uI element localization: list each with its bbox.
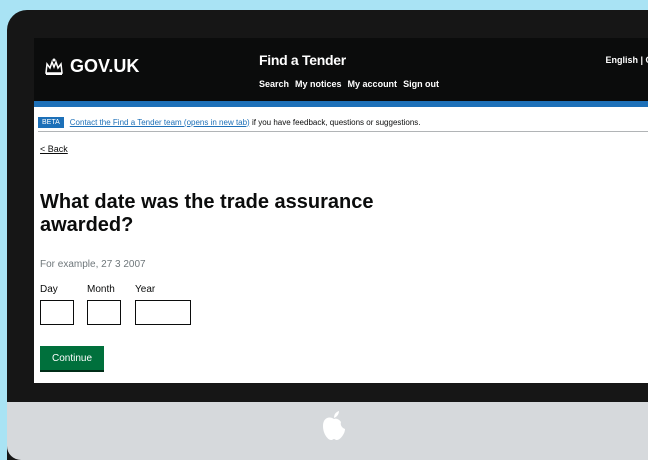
crown-icon [45,58,63,75]
site-header: GOV.UK Find a Tender Search My notices M… [34,38,648,101]
language-toggle[interactable]: English | C [605,55,648,65]
beta-tag: BETA [38,116,64,128]
nav-my-account[interactable]: My account [348,79,398,89]
day-input[interactable] [40,300,74,325]
govuk-logo[interactable]: GOV.UK [44,56,139,77]
back-link[interactable]: < Back [40,144,68,154]
nav-search[interactable]: Search [259,79,289,89]
month-label: Month [87,284,115,295]
logo-text: GOV.UK [70,56,140,76]
service-name[interactable]: Find a Tender [259,52,346,68]
feedback-link[interactable]: Contact the Find a Tender team (opens in… [70,118,250,127]
page-title: What date was the trade assurance awarde… [40,191,374,236]
monitor-chin [7,402,648,460]
browser-screen: GOV.UK Find a Tender Search My notices M… [34,38,648,383]
month-input[interactable] [87,300,121,325]
date-hint: For example, 27 3 2007 [40,259,146,270]
year-label: Year [135,284,156,295]
phase-banner: BETA Contact the Find a Tender team (ope… [38,113,648,132]
continue-button[interactable]: Continue [40,346,104,370]
header-accent-bar [34,101,648,107]
nav-my-notices[interactable]: My notices [295,79,342,89]
day-label: Day [40,284,58,295]
monitor-frame: GOV.UK Find a Tender Search My notices M… [7,10,648,460]
feedback-text: if you have feedback, questions or sugge… [251,117,421,127]
header-nav: Search My notices My account Sign out [259,79,439,89]
year-input[interactable] [135,300,191,325]
apple-logo-icon [323,411,345,440]
nav-sign-out[interactable]: Sign out [403,79,439,89]
